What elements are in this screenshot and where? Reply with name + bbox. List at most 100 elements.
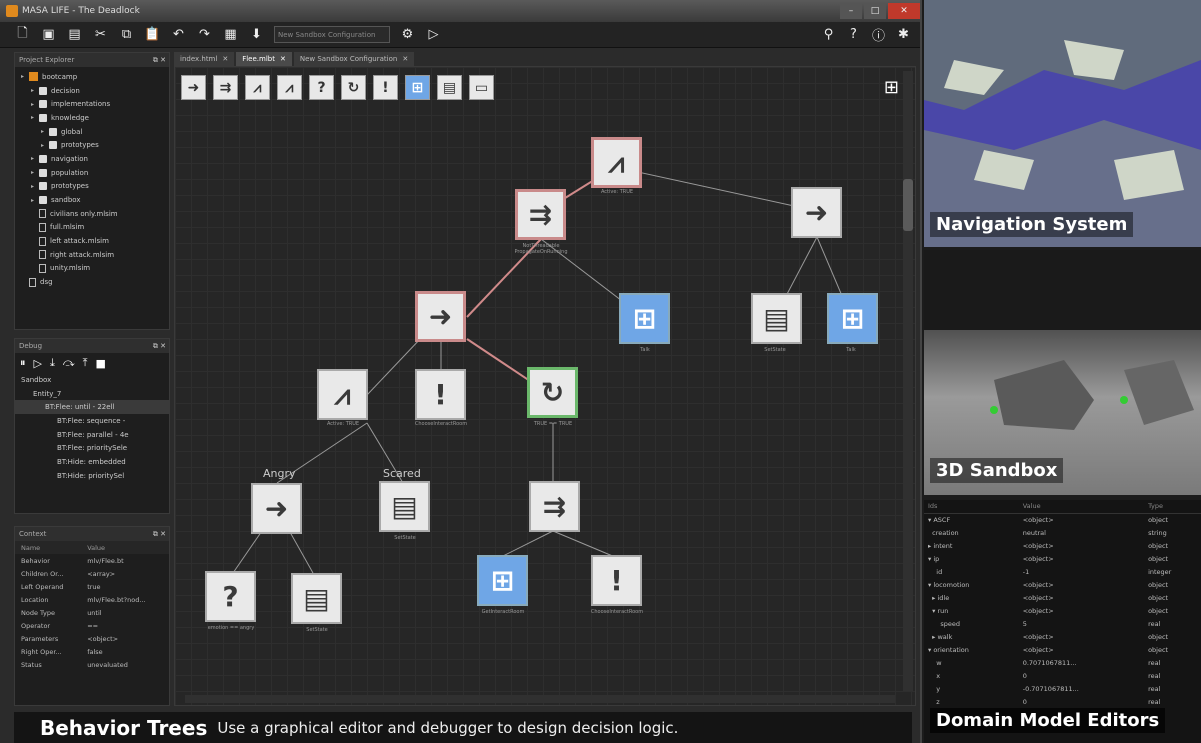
tab-index[interactable]: index.html ✕ [174,52,235,66]
tab-sandbox-config[interactable]: New Sandbox Configuration ✕ [293,52,415,66]
debug-tree-item[interactable]: BT:Hide: embedded [15,455,169,469]
tree-item[interactable]: unity.mlsim [15,262,169,276]
table-row[interactable]: ▾ locomotion <object> object [924,578,1201,591]
debug-tree-item[interactable]: BT:Hide: prioritySel [15,469,169,483]
redo-icon[interactable]: ↷ [196,26,213,43]
expand-arrow-icon[interactable]: ▸ [41,128,49,135]
table-row[interactable]: x 0 real [924,669,1201,682]
table-row[interactable]: w 0.7071067811... real [924,656,1201,669]
bt-node-sequence[interactable]: ➜ [791,187,842,238]
expand-arrow-icon[interactable]: ▸ [41,142,49,149]
panel-close-icon[interactable]: ⧉ ✕ [153,342,169,351]
bt-node-selector-root[interactable]: ⩘ [591,137,642,188]
pin-icon[interactable]: ⚲ [820,26,837,43]
step-out-icon[interactable]: ⤒ [83,356,88,370]
tree-item[interactable]: ▸ implementations [15,97,169,111]
info-icon[interactable]: ⓘ [870,26,887,44]
paste-icon[interactable]: 📋 [144,26,161,43]
vertical-scrollbar[interactable] [903,71,913,691]
bt-node-setstate[interactable]: ▤ [291,573,342,624]
table-row[interactable]: z 0 real [924,695,1201,708]
tree-item[interactable]: ▸ prototypes [15,138,169,152]
tree-item[interactable]: ▸ navigation [15,152,169,166]
undo-icon[interactable]: ↶ [170,26,187,43]
tree-item[interactable]: right attack.mlsim [15,248,169,262]
tree-item[interactable]: full.mlsim [15,221,169,235]
tree-item[interactable]: civilians only.mlsim [15,207,169,221]
tree-item[interactable]: ▸ knowledge [15,111,169,125]
table-row[interactable]: Left Operand true [15,580,169,593]
table-row[interactable]: Parameters <object> [15,632,169,645]
bt-node-setstate[interactable]: ▤ [379,481,430,532]
step-in-icon[interactable]: ⤓ [50,356,55,370]
table-row[interactable]: Node Type until [15,606,169,619]
expand-arrow-icon[interactable]: ▸ [31,183,39,190]
tree-item[interactable]: ▸ population [15,166,169,180]
download-icon[interactable]: ⬇ [248,26,265,43]
expand-arrow-icon[interactable]: ▸ [21,73,29,80]
minimize-button[interactable]: – [840,3,862,19]
new-icon[interactable]: 🗋 [14,26,31,43]
table-row[interactable]: Right Oper... false [15,645,169,658]
close-icon[interactable]: ✕ [222,55,228,63]
bt-node-sequence[interactable]: ➜ [415,291,466,342]
table-row[interactable]: y -0.7071067811... real [924,682,1201,695]
table-row[interactable]: ▸ walk <object> object [924,630,1201,643]
play-icon[interactable]: ▷ [425,26,442,43]
table-row[interactable]: ▾ orientation <object> object [924,643,1201,656]
bt-node-parallel[interactable]: ⇉ [529,481,580,532]
scrollbar-thumb[interactable] [903,179,913,231]
close-icon[interactable]: ✕ [280,55,286,63]
bt-node-action[interactable]: ! [415,369,466,420]
debug-tree-item[interactable]: BT:Flee: until - 22ell [15,400,169,415]
tree-item[interactable]: left attack.mlsim [15,234,169,248]
step-over-icon[interactable]: ⤼ [63,356,75,370]
behavior-tree-canvas[interactable]: ➜ ⇉ ⩘ ⩘? ↻! ⊞ ▤ ▭ ⊞ ⩘ Active: TRUE ⇉ Not… [174,66,916,706]
table-row[interactable]: ▾ run <object> object [924,604,1201,617]
table-row[interactable]: ▸ idle <object> object [924,591,1201,604]
sandbox-config-select[interactable]: New Sandbox Configuration [274,26,390,43]
expand-arrow-icon[interactable]: ▸ [31,169,39,176]
bt-node-subtree-getinteract[interactable]: ⊞ [477,555,528,606]
table-row[interactable]: ▾ ip <object> object [924,552,1201,565]
debug-tree-item[interactable]: BT:Flee: prioritySele [15,441,169,455]
bt-node-subtree-talk[interactable]: ⊞ [827,293,878,344]
bt-node-setstate[interactable]: ▤ [751,293,802,344]
expand-arrow-icon[interactable]: ▸ [31,155,39,162]
cut-icon[interactable]: ✂ [92,26,109,43]
panel-close-icon[interactable]: ⧉ ✕ [153,56,169,65]
bt-node-selector[interactable]: ⩘ [317,369,368,420]
bt-node-condition[interactable]: ? [205,571,256,622]
tree-item[interactable]: ▸ global [15,125,169,139]
expand-arrow-icon[interactable]: ▸ [31,87,39,94]
help-icon[interactable]: ? [845,26,862,43]
table-row[interactable]: Children Or... <array> [15,567,169,580]
close-button[interactable]: ✕ [888,3,920,19]
tree-item[interactable]: ▸ bootcamp [15,70,169,84]
stop-icon[interactable]: ■ [95,357,105,370]
horizontal-scrollbar[interactable] [185,695,895,703]
table-row[interactable]: Operator == [15,619,169,632]
tree-item[interactable]: ▸ sandbox [15,193,169,207]
bt-node-parallel[interactable]: ⇉ [515,189,566,240]
table-row[interactable]: Behavior mlv/Flee.bt [15,554,169,567]
tree-item[interactable]: ▸ prototypes [15,180,169,194]
tree-item[interactable]: dsg [15,275,169,289]
copy-icon[interactable]: ⧉ [118,26,135,43]
expand-arrow-icon[interactable]: ▸ [31,114,39,121]
table-row[interactable]: ▾ ASCF <object> object [924,513,1201,526]
play-icon[interactable]: ▷ [34,357,42,370]
table-row[interactable]: creation neutral string [924,526,1201,539]
panel-close-icon[interactable]: ⧉ ✕ [153,530,169,539]
save-icon[interactable]: ▣ [40,26,57,43]
maximize-button[interactable]: □ [864,3,886,19]
debug-tree-item[interactable]: Entity_7 [15,387,169,401]
table-row[interactable]: Location mlv/Flee.bt?nod... [15,593,169,606]
table-row[interactable]: Status unevaluated [15,658,169,671]
debug-tree-item[interactable]: BT:Flee: sequence - [15,414,169,428]
debug-tree-item[interactable]: BT:Flee: parallel - 4e [15,428,169,442]
bt-node-action[interactable]: ! [591,555,642,606]
pause-icon[interactable]: ⏸ [20,356,26,370]
tree-item[interactable]: ▸ decision [15,84,169,98]
bt-node-sequence[interactable]: ➜ [251,483,302,534]
